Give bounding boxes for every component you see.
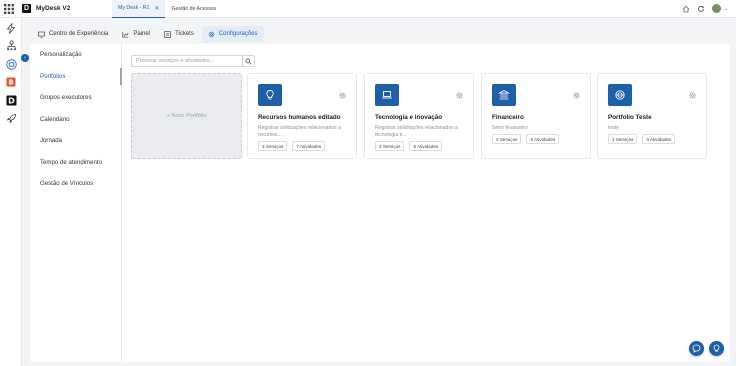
assistant-button[interactable] xyxy=(709,341,724,356)
lightning-icon[interactable] xyxy=(5,22,17,34)
left-rail: B D › xyxy=(0,18,29,366)
portfolio-description: teste xyxy=(608,125,620,131)
brand[interactable]: D MyDesk V2 xyxy=(22,4,112,13)
nav-tab-label: Centro de Experiência xyxy=(49,31,109,37)
menu-item-jornada[interactable]: Jornada xyxy=(30,130,121,152)
ticket-icon xyxy=(164,30,171,38)
menu-item-gestao-vinculos[interactable]: Gestão de Vínculos xyxy=(30,173,121,195)
new-portfolio-button[interactable]: + Novo Portfólio xyxy=(131,73,242,159)
menu-item-label: Gestão de Vínculos xyxy=(40,180,94,188)
d-app-icon[interactable]: D xyxy=(5,94,17,106)
lightbulb-icon xyxy=(258,84,282,106)
brand-logo-icon: D xyxy=(22,4,31,13)
menu-item-label: Jornada xyxy=(40,137,63,145)
portfolio-card[interactable]: Tecnologia e inovação Registrar solicita… xyxy=(364,73,474,159)
menu-item-label: Calendário xyxy=(40,115,70,123)
portfolio-title: Portfolio Teste xyxy=(608,114,652,121)
nav-tab-painel[interactable]: Painel xyxy=(116,26,156,42)
rail-toggle-chevron-right-icon[interactable]: › xyxy=(21,54,29,62)
portfolio-title: Recursos humanos editado xyxy=(258,114,341,121)
menu-item-label: Grupos executores xyxy=(40,94,92,102)
new-portfolio-label: + Novo Portfólio xyxy=(166,113,207,119)
menu-item-label: Personalização xyxy=(40,51,82,59)
search-icon xyxy=(245,58,252,65)
svg-text:D: D xyxy=(8,96,15,105)
menu-item-grupos-executores[interactable]: Grupos executores xyxy=(30,87,121,109)
nav-tab-configuracoes[interactable]: Configurações xyxy=(201,26,264,42)
portfolio-card[interactable]: Recursos humanos editado Registrar solic… xyxy=(247,73,357,159)
menu-item-calendario[interactable]: Calendário xyxy=(30,109,121,131)
menu-item-label: Tempo de atendimento xyxy=(40,158,102,166)
refresh-icon[interactable] xyxy=(697,5,705,13)
portfolio-description: Registrar solicitações relacionados a re… xyxy=(258,125,341,139)
nav-tab-label: Configurações xyxy=(218,31,258,37)
nav-tab-label: Painel xyxy=(133,31,151,37)
services-count-badge: 3 Serviços xyxy=(258,141,288,151)
portfolio-card[interactable]: Financeiro Setor financeiro 3 Serviços 5… xyxy=(481,73,591,159)
laptop-icon xyxy=(375,84,399,106)
portfolio-description: Registrar solicitações relacionados a te… xyxy=(375,125,458,139)
chevron-down-icon[interactable]: ⌄ xyxy=(724,6,728,12)
activities-count-badge: 5 Atividades xyxy=(526,134,560,144)
portfolio-description: Setor financeiro xyxy=(492,125,528,131)
bank-icon xyxy=(492,84,516,106)
nav-tab-tickets[interactable]: Tickets xyxy=(158,26,200,42)
menu-item-label: Portfolios xyxy=(40,72,66,80)
gear-icon[interactable] xyxy=(456,86,463,99)
menu-item-tempo-atendimento[interactable]: Tempo de atendimento xyxy=(30,152,121,174)
services-count-badge: 3 Serviços xyxy=(492,134,522,144)
portfolio-title: Financeiro xyxy=(492,114,524,121)
chart-icon xyxy=(122,31,129,38)
tab-mydesk[interactable]: My Desk - R1 ✕ xyxy=(112,0,166,18)
tab-label: Gestão de Acessos xyxy=(171,5,217,12)
monitor-icon xyxy=(38,31,45,38)
rocket-icon[interactable] xyxy=(5,112,17,124)
globe-icon xyxy=(608,84,632,106)
activities-count-badge: 8 Atividades xyxy=(409,141,443,151)
settings-menu: Personalização Portfolios Grupos executo… xyxy=(30,44,122,362)
b-app-icon[interactable]: B xyxy=(5,76,17,88)
gear-icon xyxy=(208,31,215,37)
apps-grid-icon[interactable] xyxy=(0,0,18,18)
nav-tab-centro-experiencia[interactable]: Centro de Experiência xyxy=(32,26,114,42)
menu-item-portfolios[interactable]: Portfolios xyxy=(30,66,122,88)
services-count-badge: 1 Serviços xyxy=(608,134,638,144)
search-input[interactable] xyxy=(131,55,243,67)
top-bar: D MyDesk V2 My Desk - R1 ✕ Gestão de Ace… xyxy=(0,0,736,18)
app-name: MyDesk V2 xyxy=(36,5,71,12)
search-button[interactable] xyxy=(243,55,255,67)
gear-icon[interactable] xyxy=(573,86,580,99)
search-bar xyxy=(131,55,257,67)
activities-count-badge: 0 Atividades xyxy=(642,134,676,144)
tab-label: My Desk - R1 xyxy=(118,5,150,11)
chat-button[interactable] xyxy=(689,341,704,356)
menu-item-personalizacao[interactable]: Personalização xyxy=(30,44,121,66)
portfolio-title: Tecnologia e inovação xyxy=(375,114,443,121)
tab-gestao-acessos[interactable]: Gestão de Acessos xyxy=(165,0,222,18)
lightbulb-icon xyxy=(713,344,720,353)
user-avatar[interactable] xyxy=(711,4,721,13)
chat-icon xyxy=(692,344,701,353)
activities-count-badge: 7 Atividades xyxy=(292,141,326,151)
close-icon[interactable]: ✕ xyxy=(154,5,159,12)
svg-text:B: B xyxy=(8,79,13,87)
services-count-badge: 3 Serviços xyxy=(375,141,405,151)
gear-icon[interactable] xyxy=(339,86,346,99)
portfolio-badge-icon[interactable] xyxy=(5,58,17,70)
people-tree-icon[interactable] xyxy=(5,39,17,51)
main-nav: Centro de Experiência Painel Tickets Con… xyxy=(32,24,264,44)
portfolio-card[interactable]: Portfolio Teste teste 1 Serviços 0 Ativi… xyxy=(597,73,707,159)
gear-icon[interactable] xyxy=(689,86,696,99)
home-icon[interactable] xyxy=(682,5,690,13)
settings-panel: Personalização Portfolios Grupos executo… xyxy=(30,44,730,362)
nav-tab-label: Tickets xyxy=(175,31,194,37)
